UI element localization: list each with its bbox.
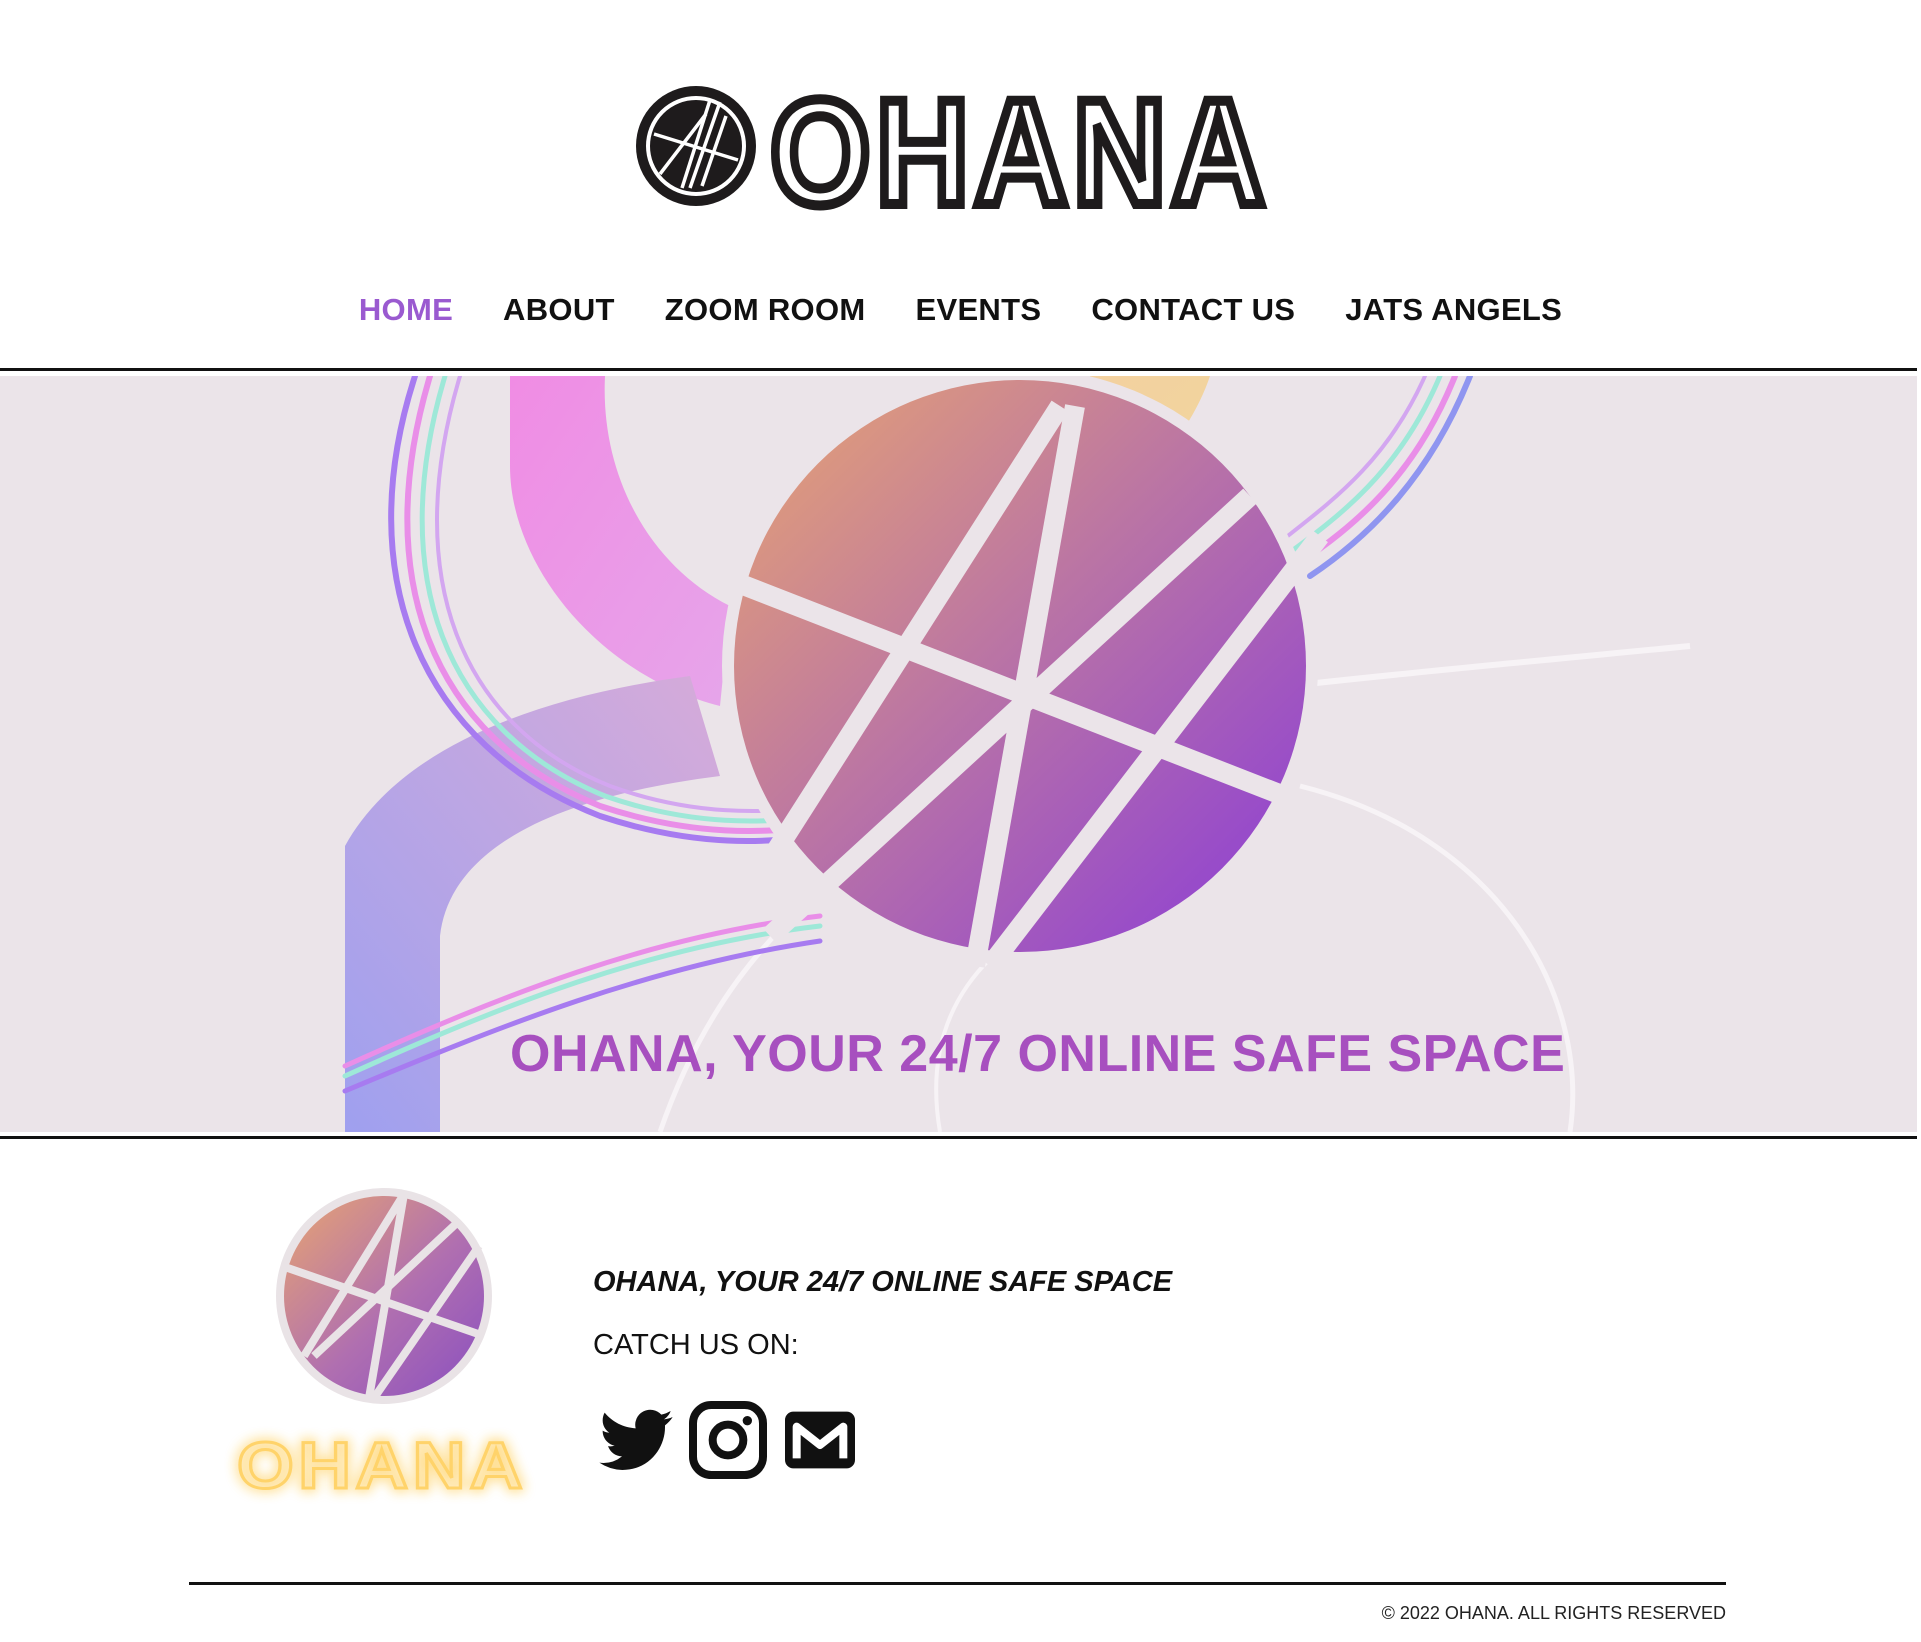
footer-tagline: OHANA, YOUR 24/7 ONLINE SAFE SPACE: [593, 1266, 1173, 1298]
page: OHANA HOME ABOUT ZOOM ROOM EVENTS CONTAC…: [0, 0, 1921, 1642]
nav-item-jats-angels[interactable]: JATS ANGELS: [1345, 290, 1562, 330]
site-logo[interactable]: OHANA: [630, 76, 1280, 216]
logo-wordmark-text: OHANA: [770, 76, 1270, 216]
hero-divider: [0, 1136, 1917, 1139]
ohana-logo-graphic: OHANA: [636, 76, 1270, 216]
gmail-icon[interactable]: [780, 1400, 860, 1480]
header-divider: [0, 368, 1917, 371]
nav-item-events[interactable]: EVENTS: [916, 290, 1042, 330]
social-links: [596, 1400, 860, 1480]
catch-us-label: CATCH US ON:: [593, 1329, 799, 1361]
footer-divider: [189, 1582, 1726, 1585]
hero-title: OHANA, YOUR 24/7 ONLINE SAFE SPACE: [510, 1025, 1566, 1083]
footer-wordmark-text: OHANA: [237, 1428, 527, 1502]
instagram-icon[interactable]: [688, 1400, 768, 1480]
footer-neon-wordmark: OHANA: [232, 1427, 532, 1504]
nav-item-home[interactable]: HOME: [359, 290, 453, 330]
hero-artwork: [342, 376, 1691, 1132]
nav-item-zoom-room[interactable]: ZOOM ROOM: [665, 290, 866, 330]
main-nav: HOME ABOUT ZOOM ROOM EVENTS CONTACT US J…: [0, 290, 1921, 330]
copyright-text: © 2022 OHANA. ALL RIGHTS RESERVED: [1381, 1603, 1726, 1623]
footer-globe-logo: [274, 1186, 494, 1406]
nav-item-about[interactable]: ABOUT: [503, 290, 615, 330]
nav-item-contact-us[interactable]: CONTACT US: [1091, 290, 1295, 330]
twitter-icon[interactable]: [596, 1400, 676, 1480]
hero-banner: OHANA, YOUR 24/7 ONLINE SAFE SPACE: [0, 376, 1917, 1132]
